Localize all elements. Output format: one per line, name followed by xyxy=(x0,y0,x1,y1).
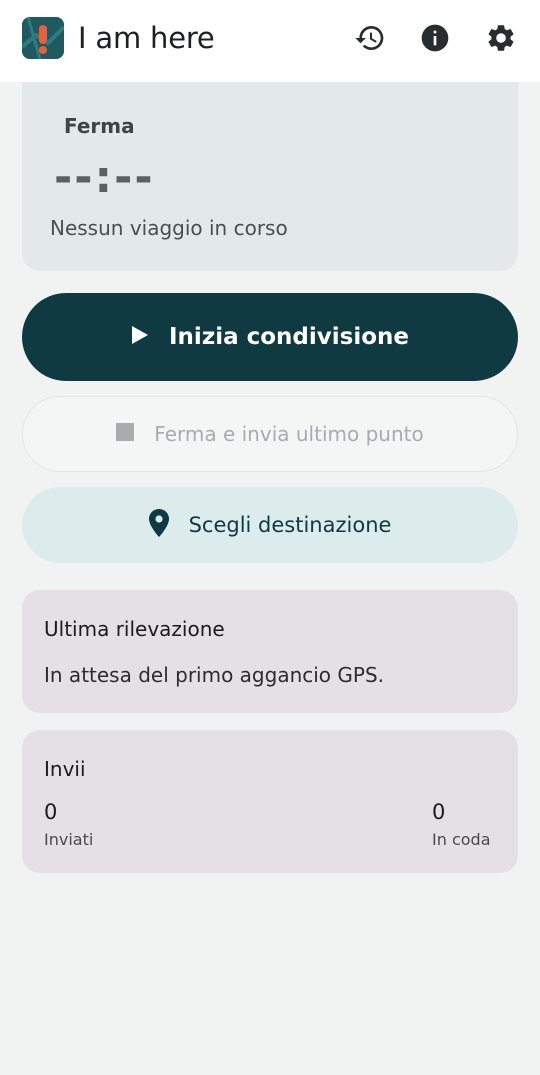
choose-destination-button[interactable]: Scegli destinazione xyxy=(22,487,518,563)
last-fix-card: Ultima rilevazione In attesa del primo a… xyxy=(22,590,518,713)
app-bar: I am here xyxy=(0,0,540,82)
location-pin-icon xyxy=(148,509,169,541)
info-icon[interactable] xyxy=(417,20,453,56)
choose-destination-label: Scegli destinazione xyxy=(188,513,392,537)
last-fix-title: Ultima rilevazione xyxy=(44,617,225,641)
sends-card: Invii 0 Inviati 0 In coda xyxy=(22,730,518,873)
start-sharing-button[interactable]: Inizia condivisione xyxy=(22,293,518,381)
sends-title: Invii xyxy=(44,757,86,781)
sent-label: Inviati xyxy=(44,830,94,849)
timer-card: Ferma --:-- Nessun viaggio in corso xyxy=(22,82,518,271)
queued-count: 0 xyxy=(432,800,446,824)
queued-label: In coda xyxy=(432,830,491,849)
sent-count: 0 xyxy=(44,800,58,824)
stop-send-button[interactable]: Ferma e invia ultimo punto xyxy=(22,396,518,472)
history-icon[interactable] xyxy=(352,20,388,56)
timer-value: --:-- xyxy=(54,152,155,203)
app-title: I am here xyxy=(78,21,215,55)
play-icon xyxy=(131,325,149,349)
settings-icon[interactable] xyxy=(483,20,519,56)
stop-icon xyxy=(116,423,135,445)
start-sharing-label: Inizia condivisione xyxy=(169,324,409,350)
app-logo-icon xyxy=(22,17,64,59)
stop-send-label: Ferma e invia ultimo punto xyxy=(154,422,424,446)
timer-state: Ferma xyxy=(64,114,135,138)
timer-status: Nessun viaggio in corso xyxy=(50,216,288,240)
last-fix-body: In attesa del primo aggancio GPS. xyxy=(44,663,385,687)
